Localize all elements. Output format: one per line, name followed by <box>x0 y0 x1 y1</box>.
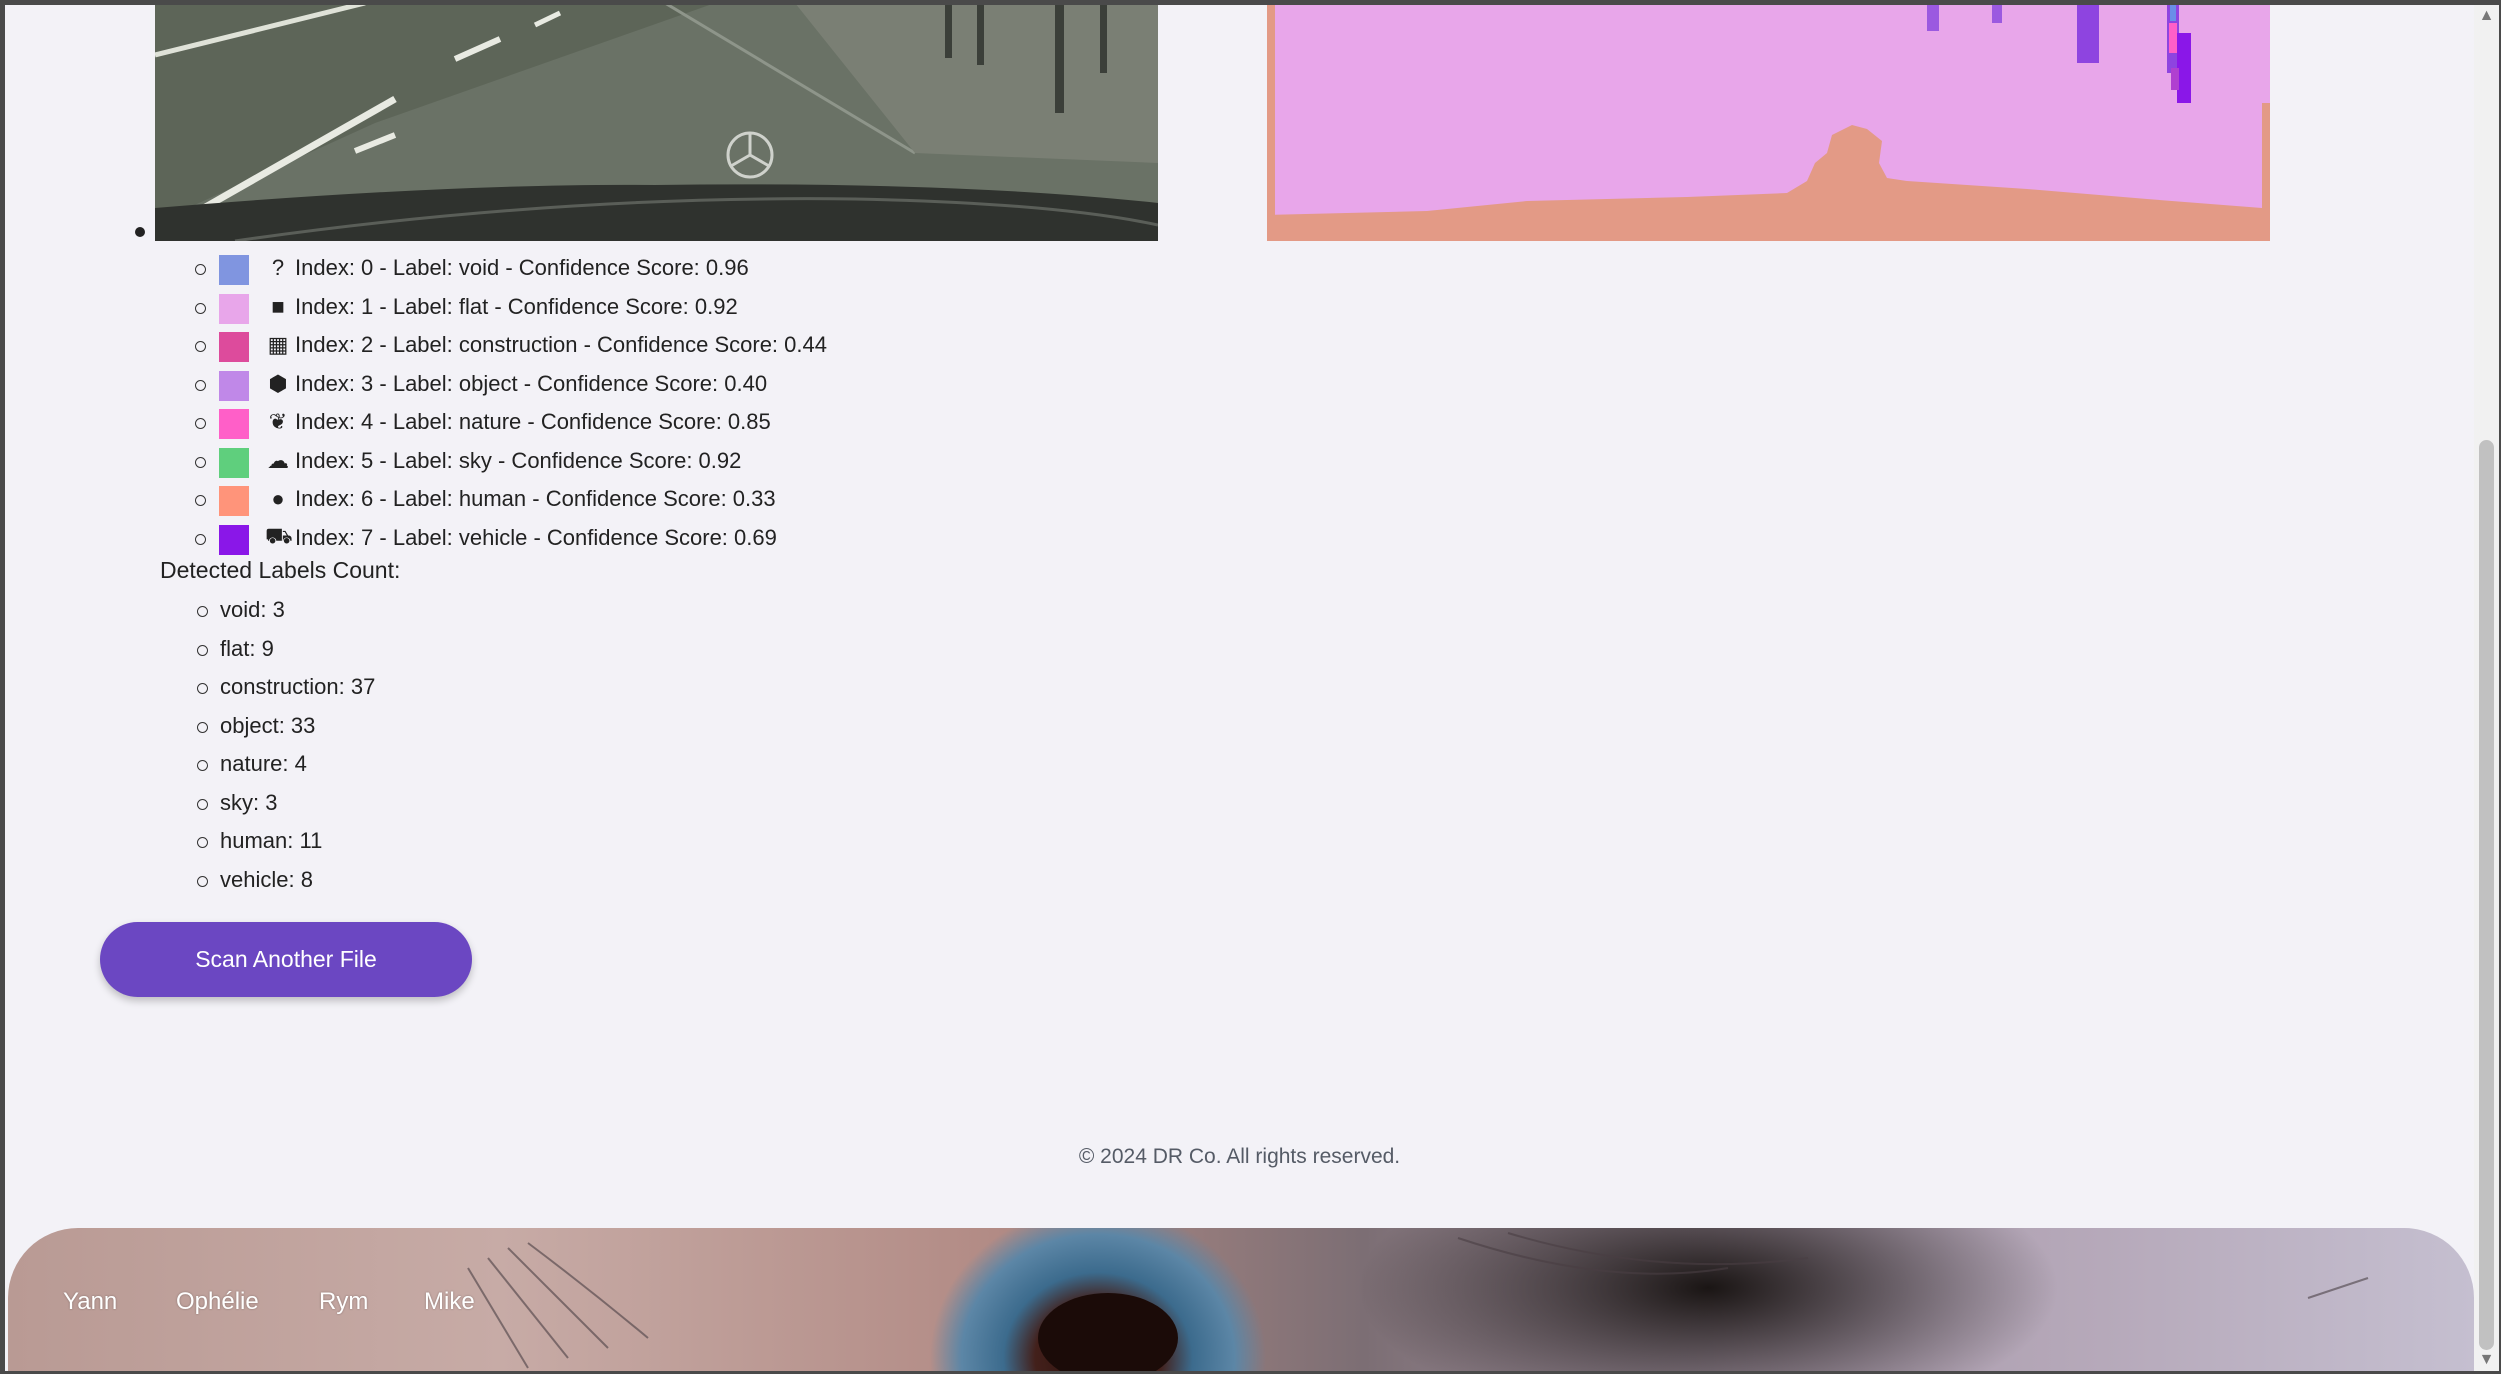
footer-banner: Yann Ophélie Rym Mike <box>8 1228 2474 1371</box>
street-photo-graphic <box>155 5 1158 241</box>
legend-text: Index: 5 - Label: sky - Confidence Score… <box>295 447 742 473</box>
footer-link-yann[interactable]: Yann <box>63 1288 117 1316</box>
legend-item-void: ? Index: 0 - Label: void - Confidence Sc… <box>155 249 827 288</box>
car-icon: ⛟ <box>265 523 293 549</box>
scroll-up-arrow-icon[interactable]: ▲ <box>2474 5 2499 27</box>
legend-item-sky: ☁ Index: 5 - Label: sky - Confidence Sco… <box>155 442 827 481</box>
count-item: nature: 4 <box>160 745 375 784</box>
count-item: flat: 9 <box>160 630 375 669</box>
count-item: vehicle: 8 <box>160 861 375 900</box>
copyright-text: © 2024 DR Co. All rights reserved. <box>1078 1145 1401 1168</box>
leaf-icon: ❦ <box>268 409 288 435</box>
cube-icon: ⬢ <box>268 370 288 396</box>
eye-graphic <box>467 1232 2369 1371</box>
footer-link-ophelie[interactable]: Ophélie <box>176 1288 259 1316</box>
color-swatch <box>219 255 249 285</box>
color-swatch <box>219 409 249 439</box>
color-swatch <box>219 447 249 478</box>
page-viewport: ? Index: 0 - Label: void - Confidence Sc… <box>5 5 2474 1371</box>
legend-item-vehicle: ⛟ Index: 7 - Label: vehicle - Confidence… <box>155 519 827 558</box>
question-icon: ? <box>271 255 285 281</box>
legend-text: Index: 6 - Label: human - Confidence Sco… <box>295 486 776 512</box>
footer-link-rym[interactable]: Rym <box>319 1288 368 1316</box>
scroll-down-arrow-icon[interactable]: ▼ <box>2474 1349 2499 1371</box>
count-item: sky: 3 <box>160 784 375 823</box>
label-legend-list: ? Index: 0 - Label: void - Confidence Sc… <box>155 249 827 557</box>
detected-labels-count-title: Detected Labels Count: <box>160 557 401 583</box>
user-icon: ● <box>271 486 285 512</box>
legend-item-object: ⬢ Index: 3 - Label: object - Confidence … <box>155 365 827 404</box>
count-item: void: 3 <box>160 591 375 630</box>
color-swatch <box>219 524 249 555</box>
square-icon: ■ <box>271 293 285 319</box>
original-image <box>155 5 1158 241</box>
footer-link-mike[interactable]: Mike <box>424 1288 475 1316</box>
count-item: construction: 37 <box>160 668 375 707</box>
count-item: object: 33 <box>160 707 375 746</box>
legend-text: Index: 3 - Label: object - Confidence Sc… <box>295 370 768 396</box>
legend-text: Index: 2 - Label: construction - Confide… <box>295 332 827 358</box>
list-bullet <box>135 227 145 237</box>
legend-text: Index: 0 - Label: void - Confidence Scor… <box>295 255 749 281</box>
legend-text: Index: 7 - Label: vehicle - Confidence S… <box>295 524 777 550</box>
count-item: human: 11 <box>160 822 375 861</box>
legend-item-human: ● Index: 6 - Label: human - Confidence S… <box>155 480 827 519</box>
legend-item-construction: ▦ Index: 2 - Label: construction - Confi… <box>155 326 827 365</box>
color-swatch <box>219 370 249 401</box>
color-swatch <box>219 332 249 362</box>
legend-item-nature: ❦ Index: 4 - Label: nature - Confidence … <box>155 403 827 442</box>
scan-another-file-button[interactable]: Scan Another File <box>100 922 472 997</box>
mask-graphic <box>1267 5 2270 241</box>
color-swatch <box>219 486 249 516</box>
segmentation-mask-image <box>1267 5 2270 241</box>
cloud-icon: ☁ <box>267 447 289 473</box>
scroll-thumb[interactable] <box>2479 440 2494 1350</box>
label-counts-list: void: 3 flat: 9 construction: 37 object:… <box>160 591 375 899</box>
building-icon: ▦ <box>267 332 289 358</box>
legend-item-flat: ■ Index: 1 - Label: flat - Confidence Sc… <box>155 288 827 327</box>
vertical-scrollbar[interactable]: ▲ ▼ <box>2474 5 2499 1371</box>
legend-text: Index: 4 - Label: nature - Confidence Sc… <box>295 409 771 435</box>
legend-text: Index: 1 - Label: flat - Confidence Scor… <box>295 293 738 319</box>
color-swatch <box>219 293 249 324</box>
